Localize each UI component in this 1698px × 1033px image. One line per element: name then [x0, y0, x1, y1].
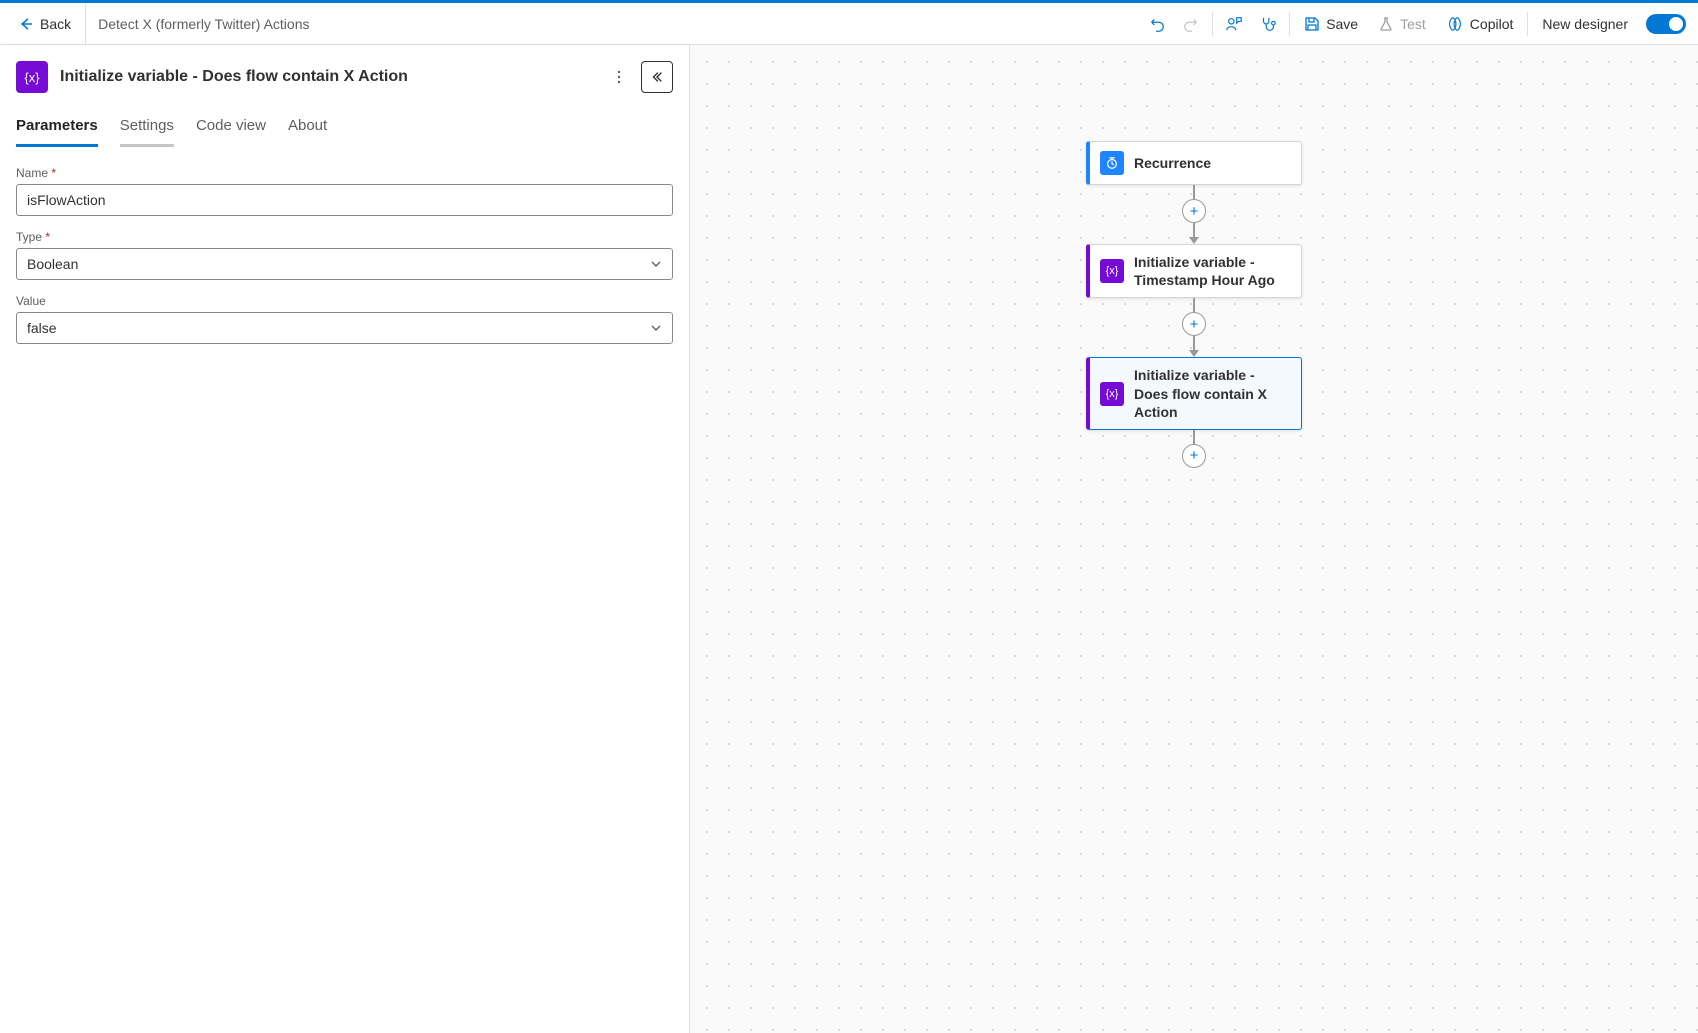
- node-init-var-flow-action[interactable]: {x} Initialize variable - Does flow cont…: [1086, 357, 1302, 430]
- name-input[interactable]: [16, 184, 673, 216]
- type-field-label: Type *: [16, 230, 673, 244]
- chevron-double-left-icon: [650, 70, 664, 84]
- back-button[interactable]: Back: [4, 3, 86, 44]
- tab-parameters[interactable]: Parameters: [16, 113, 98, 147]
- flow-title: Detect X (formerly Twitter) Actions: [86, 16, 321, 32]
- add-step-button[interactable]: +: [1182, 199, 1206, 223]
- chevron-down-icon: [650, 258, 662, 270]
- person-feedback-icon: [1225, 15, 1243, 33]
- top-bar: Back Detect X (formerly Twitter) Actions…: [0, 0, 1698, 45]
- save-label: Save: [1326, 16, 1358, 32]
- name-field-label: Name *: [16, 166, 673, 180]
- collapse-panel-button[interactable]: [641, 61, 673, 93]
- new-designer-toggle-label: New designer: [1532, 3, 1638, 44]
- more-vertical-icon: [611, 69, 627, 85]
- panel-title: Initialize variable - Does flow contain …: [60, 68, 591, 86]
- type-select[interactable]: Boolean: [16, 248, 673, 280]
- copilot-button[interactable]: Copilot: [1436, 3, 1524, 44]
- value-field-label: Value: [16, 294, 673, 308]
- more-options-button[interactable]: [603, 61, 635, 93]
- tab-about[interactable]: About: [288, 113, 327, 147]
- undo-button[interactable]: [1140, 3, 1174, 44]
- test-button[interactable]: Test: [1368, 3, 1436, 44]
- feedback-button[interactable]: [1217, 3, 1251, 44]
- variable-icon: {x}: [1100, 382, 1124, 406]
- panel-tabs: Parameters Settings Code view About: [16, 113, 673, 148]
- new-designer-toggle[interactable]: [1646, 14, 1686, 34]
- save-icon: [1304, 16, 1320, 32]
- copilot-label: Copilot: [1470, 16, 1514, 32]
- redo-icon: [1182, 15, 1200, 33]
- add-step-button[interactable]: +: [1182, 312, 1206, 336]
- copilot-icon: [1446, 15, 1464, 33]
- action-properties-panel: {x} Initialize variable - Does flow cont…: [0, 45, 690, 1033]
- flask-icon: [1378, 16, 1394, 32]
- redo-button[interactable]: [1174, 3, 1208, 44]
- tab-code-view[interactable]: Code view: [196, 113, 266, 147]
- node-init-var-timestamp[interactable]: {x} Initialize variable - Timestamp Hour…: [1086, 244, 1302, 298]
- node-label: Initialize variable - Does flow contain …: [1134, 366, 1291, 421]
- back-label: Back: [40, 16, 71, 32]
- test-label: Test: [1400, 16, 1426, 32]
- value-select[interactable]: false: [16, 312, 673, 344]
- add-step-button[interactable]: +: [1182, 444, 1206, 468]
- arrow-left-icon: [18, 16, 34, 32]
- variable-icon: {x}: [1100, 259, 1124, 283]
- undo-icon: [1148, 15, 1166, 33]
- flow-checker-icon: [1259, 15, 1277, 33]
- node-label: Recurrence: [1134, 154, 1211, 172]
- flow-canvas[interactable]: Recurrence + {x} Initialize variable - T…: [690, 45, 1698, 1033]
- node-label: Initialize variable - Timestamp Hour Ago: [1134, 253, 1291, 289]
- stethoscope-button[interactable]: [1251, 3, 1285, 44]
- chevron-down-icon: [650, 322, 662, 334]
- variable-icon: {x}: [16, 61, 48, 93]
- tab-settings[interactable]: Settings: [120, 113, 174, 147]
- clock-icon: [1100, 151, 1124, 175]
- save-button[interactable]: Save: [1294, 3, 1368, 44]
- node-recurrence[interactable]: Recurrence: [1086, 141, 1302, 185]
